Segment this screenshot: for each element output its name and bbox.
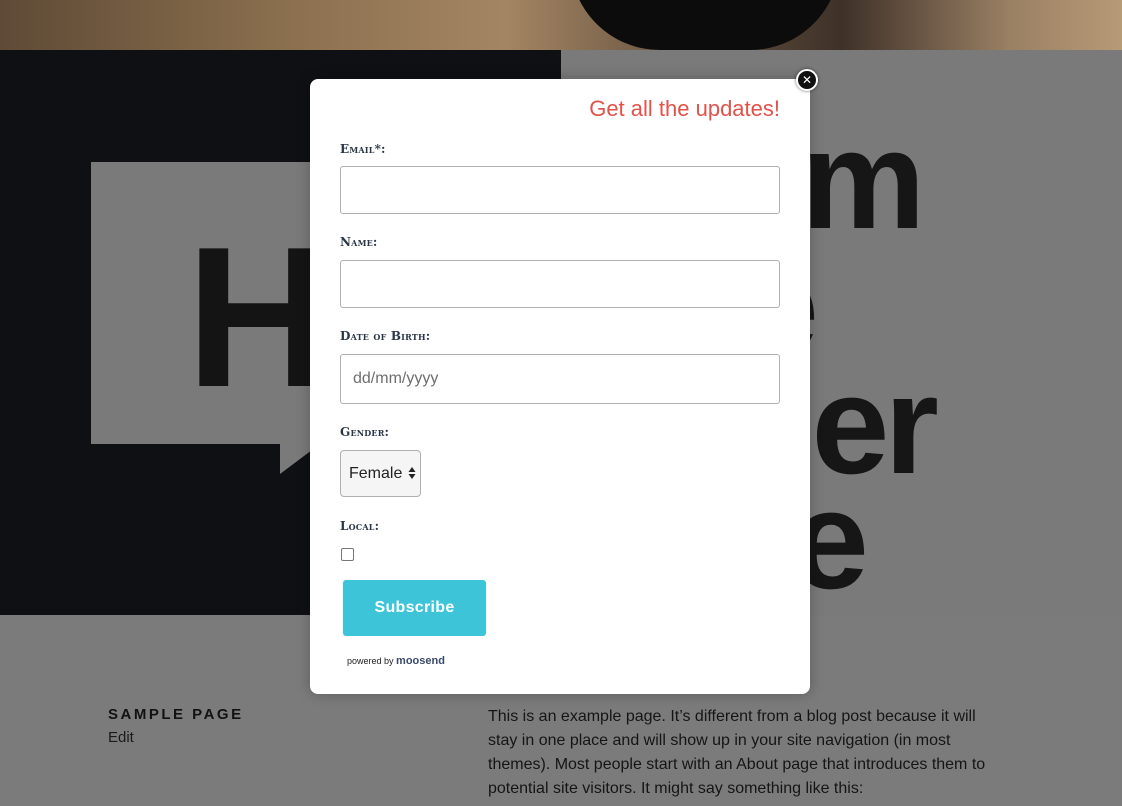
local-label: Local:	[340, 519, 380, 533]
name-field[interactable]	[340, 260, 780, 308]
email-field[interactable]	[340, 166, 780, 214]
name-label: Name:	[340, 235, 378, 249]
edit-link[interactable]: Edit	[108, 729, 134, 746]
close-icon[interactable]: ✕	[796, 69, 818, 91]
page-title: SAMPLE PAGE	[108, 706, 244, 723]
dob-field[interactable]	[340, 354, 780, 404]
subscribe-button[interactable]: Subscribe	[343, 580, 486, 636]
header-image	[0, 0, 1122, 50]
subscribe-modal: Get all the updates! Email*: Name: Date …	[310, 79, 810, 694]
page-body-text: This is an example page. It’s different …	[488, 708, 986, 797]
moosend-logo: moosend	[396, 655, 445, 667]
powered-by-text: powered by	[347, 656, 394, 666]
local-checkbox[interactable]	[341, 548, 354, 561]
select-arrows-icon	[408, 467, 416, 479]
gender-select[interactable]: Female	[340, 450, 421, 497]
email-label: Email*:	[340, 142, 386, 156]
hero-letter: H	[186, 206, 330, 429]
modal-title: Get all the updates!	[589, 96, 780, 121]
gender-selected-value: Female	[349, 465, 403, 482]
hero-word-1: m	[801, 101, 926, 258]
dob-label: Date of Birth:	[340, 329, 431, 343]
powered-by[interactable]: powered by moosend	[347, 655, 445, 667]
gender-label: Gender:	[340, 425, 390, 439]
header-image-shape	[570, 0, 840, 50]
